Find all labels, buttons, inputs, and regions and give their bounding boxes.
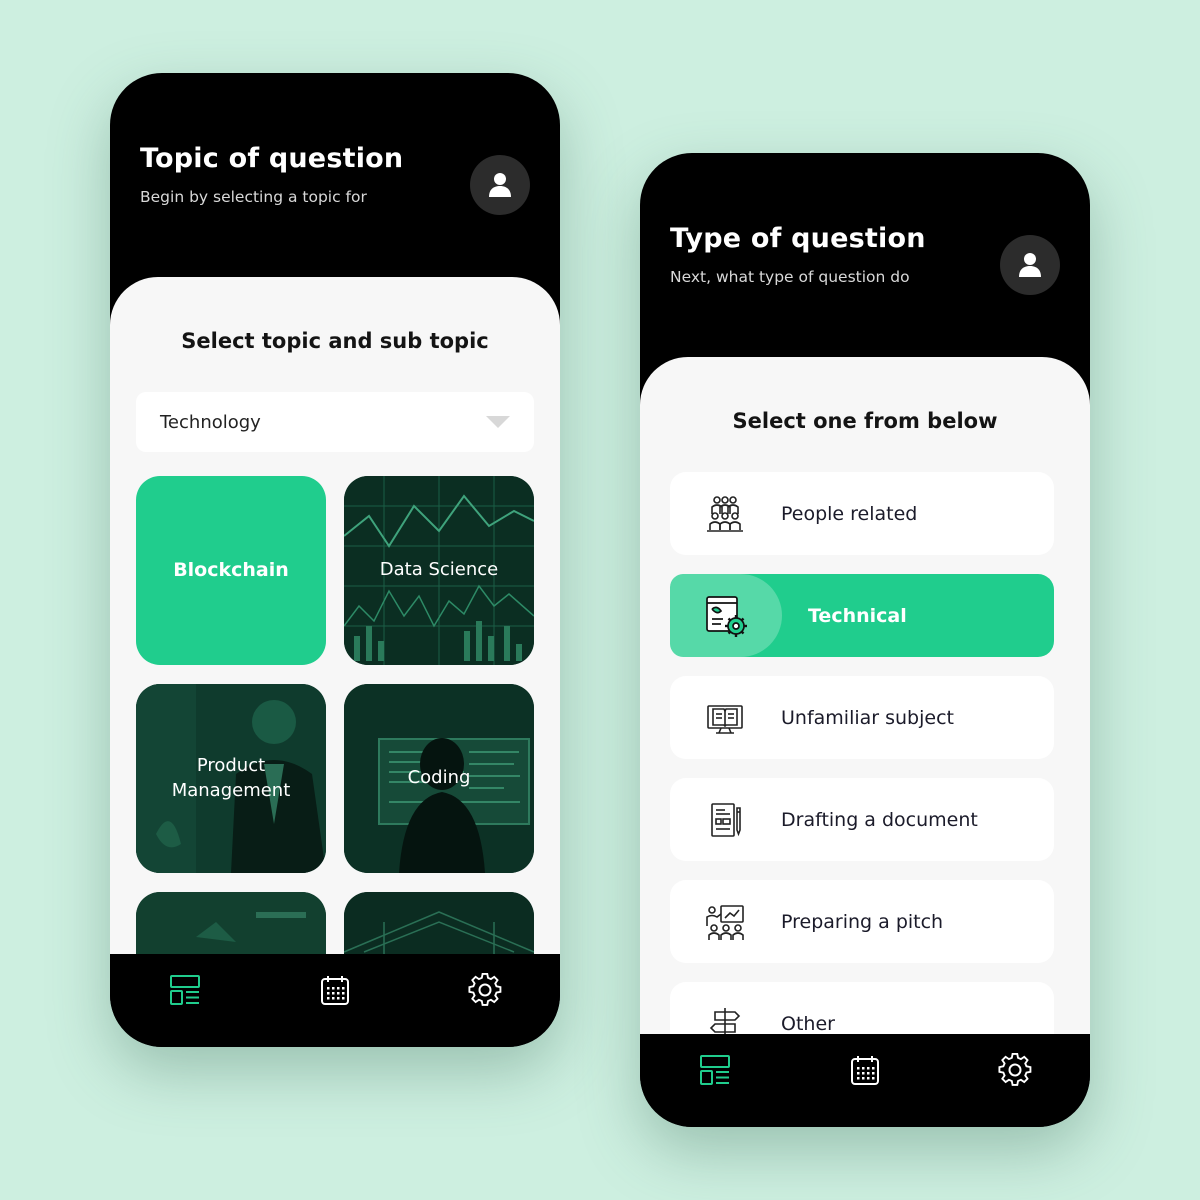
page-subtitle: Begin by selecting a topic for	[140, 188, 367, 206]
tile-label: Product Management	[171, 755, 291, 801]
option-other[interactable]: Other	[670, 982, 1054, 1034]
tile-coding[interactable]: Coding	[344, 684, 534, 873]
nav-dashboard[interactable]	[697, 1052, 733, 1088]
tile-blockchain[interactable]: Blockchain	[136, 476, 326, 665]
document-pen-icon	[711, 802, 741, 837]
user-icon	[1019, 253, 1041, 277]
phone-screen-topic: Topic of question Begin by selecting a t…	[110, 73, 560, 1047]
panel-title: Select one from below	[732, 409, 998, 433]
option-drafting-document[interactable]: Drafting a document	[670, 778, 1054, 861]
gear-icon	[468, 973, 502, 1006]
option-label: Technical	[808, 604, 907, 627]
phone-screen-type: Type of question Next, what type of ques…	[640, 153, 1090, 1127]
option-label: People related	[781, 502, 918, 525]
option-unfamiliar-subject[interactable]: Unfamiliar subject	[670, 676, 1054, 759]
option-preparing-pitch[interactable]: Preparing a pitch	[670, 880, 1054, 963]
option-technical[interactable]: Technical	[670, 574, 1054, 657]
dropdown-value: Technology	[160, 411, 261, 433]
option-people-related[interactable]: People related	[670, 472, 1054, 555]
nav-settings[interactable]	[467, 972, 503, 1008]
option-label: Preparing a pitch	[781, 910, 944, 933]
nav-calendar[interactable]	[317, 972, 353, 1008]
nav-calendar[interactable]	[847, 1052, 883, 1088]
calendar-icon	[321, 976, 349, 1005]
panel-title: Select topic and sub topic	[181, 329, 489, 353]
gear-icon	[998, 1053, 1032, 1086]
option-label: Unfamiliar subject	[781, 706, 954, 729]
nav-dashboard[interactable]	[167, 972, 203, 1008]
type-panel: Select one from below People related Tec…	[640, 357, 1090, 1034]
people-group-icon	[707, 495, 743, 532]
bottom-navbar	[640, 1034, 1090, 1127]
user-icon	[489, 173, 511, 197]
page-title: Type of question	[670, 223, 926, 254]
option-label: Other	[781, 1012, 835, 1035]
tile-label: Blockchain	[173, 558, 289, 581]
chevron-down-icon	[486, 416, 510, 428]
dashboard-icon	[170, 975, 200, 1005]
signpost-icon	[709, 1007, 741, 1034]
tile-topic-6[interactable]	[344, 892, 534, 954]
page-subtitle: Next, what type of question do	[670, 268, 910, 286]
tile-topic-5[interactable]	[136, 892, 326, 954]
page-title: Topic of question	[140, 143, 404, 174]
bottom-navbar	[110, 954, 560, 1047]
option-label: Drafting a document	[781, 808, 978, 831]
nav-settings[interactable]	[997, 1052, 1033, 1088]
topic-5-image	[136, 892, 326, 954]
tile-label: Data Science	[379, 559, 499, 581]
topic-6-image	[344, 892, 534, 954]
profile-button[interactable]	[1000, 235, 1060, 295]
tile-data-science[interactable]: Data Science	[344, 476, 534, 665]
tile-label: Coding	[407, 767, 471, 789]
blueprint-gear-icon	[706, 595, 747, 637]
profile-button[interactable]	[470, 155, 530, 215]
calendar-icon	[851, 1056, 879, 1085]
topic-panel: Select topic and sub topic Technology Bl…	[110, 277, 560, 954]
presentation-icon	[706, 904, 744, 940]
book-monitor-icon	[707, 704, 743, 734]
topic-dropdown[interactable]: Technology	[136, 392, 534, 452]
tile-product-management[interactable]: Product Management	[136, 684, 326, 873]
dashboard-icon	[700, 1055, 730, 1085]
